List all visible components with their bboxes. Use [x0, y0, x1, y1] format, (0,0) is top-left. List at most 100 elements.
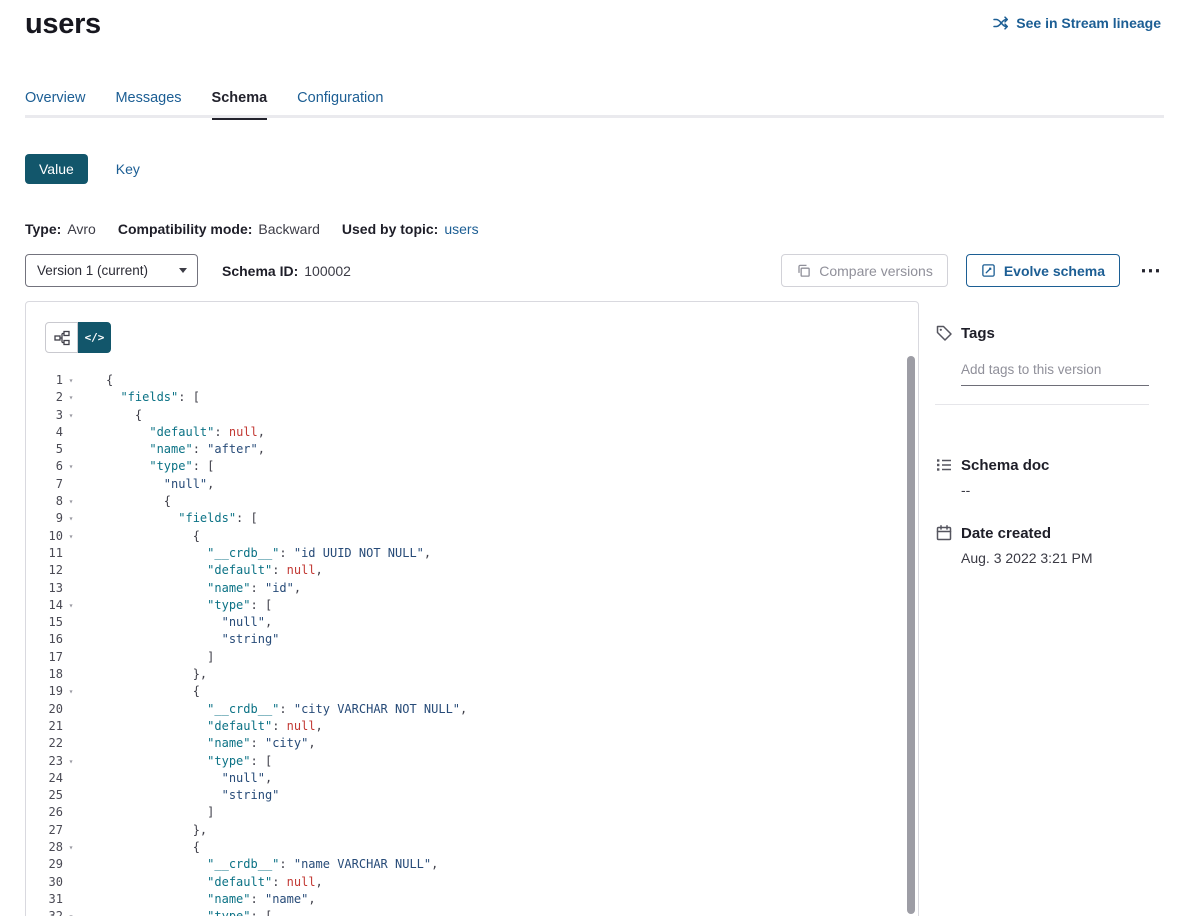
code-line: 21 "default": null, [26, 718, 904, 735]
code-line: 6▾ "type": [ [26, 458, 904, 475]
page-title: users [25, 8, 101, 41]
collapse-toggle-icon[interactable]: ▾ [63, 597, 79, 614]
code-text: "default": null, [79, 718, 323, 735]
editor-view-toggle: </> [45, 322, 111, 353]
schema-doc-value: -- [961, 482, 970, 498]
add-tags-input[interactable] [961, 358, 1149, 386]
schema-doc-title: Schema doc [961, 457, 1049, 474]
collapse-toggle-icon[interactable]: ▾ [63, 753, 79, 770]
collapse-spacer [63, 701, 79, 718]
collapse-spacer [63, 545, 79, 562]
collapse-spacer [63, 891, 79, 908]
more-options-button[interactable]: ⋯ [1138, 260, 1164, 281]
collapse-toggle-icon[interactable]: ▾ [63, 510, 79, 527]
collapse-spacer [63, 441, 79, 458]
code-line: 12 "default": null, [26, 562, 904, 579]
key-toggle-link[interactable]: Key [116, 161, 140, 177]
collapse-spacer [63, 770, 79, 787]
topic-link[interactable]: users [444, 221, 478, 237]
code-text: ] [79, 649, 214, 666]
tree-view-button[interactable] [45, 322, 78, 353]
line-number: 11 [26, 545, 63, 562]
code-line: 22 "name": "city", [26, 735, 904, 752]
tags-header: Tags [935, 324, 995, 342]
collapse-toggle-icon[interactable]: ▾ [63, 458, 79, 475]
collapse-toggle-icon[interactable]: ▾ [63, 389, 79, 406]
stream-lineage-link[interactable]: See in Stream lineage [993, 15, 1161, 31]
code-line: 1▾{ [26, 372, 904, 389]
version-select[interactable]: Version 1 (current) [25, 254, 198, 287]
code-line: 24 "null", [26, 770, 904, 787]
code-text: "fields": [ [79, 389, 200, 406]
code-line: 8▾ { [26, 493, 904, 510]
schema-editor-card: </> 1▾{2▾ "fields": [3▾ {4 "default": nu… [25, 301, 919, 916]
code-line: 11 "__crdb__": "id UUID NOT NULL", [26, 545, 904, 562]
line-number: 3 [26, 407, 63, 424]
code-text: { [79, 528, 200, 545]
line-number: 20 [26, 701, 63, 718]
line-number: 25 [26, 787, 63, 804]
collapse-spacer [63, 649, 79, 666]
compatibility-value: Backward [258, 221, 319, 237]
line-number: 31 [26, 891, 63, 908]
collapse-toggle-icon[interactable]: ▾ [63, 528, 79, 545]
line-number: 16 [26, 631, 63, 648]
collapse-toggle-icon[interactable]: ▾ [63, 908, 79, 916]
value-key-toggle: Value Key [25, 154, 140, 184]
compare-versions-button[interactable]: Compare versions [781, 254, 948, 287]
code-text: "string" [79, 787, 279, 804]
value-toggle-button[interactable]: Value [25, 154, 88, 184]
code-line: 20 "__crdb__": "city VARCHAR NOT NULL", [26, 701, 904, 718]
code-text: "null", [79, 476, 214, 493]
code-line: 4 "default": null, [26, 424, 904, 441]
schema-meta-row: Type: Avro Compatibility mode: Backward … [25, 221, 479, 237]
code-text: "name": "city", [79, 735, 316, 752]
code-line: 17 ] [26, 649, 904, 666]
line-number: 13 [26, 580, 63, 597]
evolve-schema-button[interactable]: Evolve schema [966, 254, 1120, 287]
line-number: 9 [26, 510, 63, 527]
collapse-toggle-icon[interactable]: ▾ [63, 407, 79, 424]
collapse-toggle-icon[interactable]: ▾ [63, 493, 79, 510]
collapse-toggle-icon[interactable]: ▾ [63, 683, 79, 700]
code-text: "__crdb__": "name VARCHAR NULL", [79, 856, 438, 873]
used-by-topic-label: Used by topic: [342, 221, 438, 237]
code-editor[interactable]: 1▾{2▾ "fields": [3▾ {4 "default": null,5… [26, 372, 904, 916]
collapse-toggle-icon[interactable]: ▾ [63, 372, 79, 389]
code-line: 7 "null", [26, 476, 904, 493]
tag-icon [935, 324, 953, 342]
code-text: "type": [ [79, 753, 272, 770]
line-number: 30 [26, 874, 63, 891]
collapse-spacer [63, 822, 79, 839]
tags-title: Tags [961, 325, 995, 342]
line-number: 24 [26, 770, 63, 787]
code-line: 19▾ { [26, 683, 904, 700]
scrollbar-thumb[interactable] [907, 356, 915, 914]
code-text: "__crdb__": "id UUID NOT NULL", [79, 545, 431, 562]
line-number: 15 [26, 614, 63, 631]
line-number: 2 [26, 389, 63, 406]
date-created-value: Aug. 3 2022 3:21 PM [961, 550, 1093, 566]
code-line: 29 "__crdb__": "name VARCHAR NULL", [26, 856, 904, 873]
code-text: ] [79, 804, 214, 821]
schema-doc-header: Schema doc [935, 456, 1049, 474]
collapse-spacer [63, 874, 79, 891]
collapse-spacer [63, 424, 79, 441]
line-number: 28 [26, 839, 63, 856]
line-number: 4 [26, 424, 63, 441]
line-number: 18 [26, 666, 63, 683]
collapse-spacer [63, 735, 79, 752]
code-text: "type": [ [79, 597, 272, 614]
calendar-icon [935, 524, 953, 542]
schema-id-label: Schema ID: [222, 263, 298, 279]
line-number: 12 [26, 562, 63, 579]
sidebar-divider [935, 404, 1149, 405]
collapse-toggle-icon[interactable]: ▾ [63, 839, 79, 856]
code-line: 32▾ "type": [ [26, 908, 904, 916]
code-line: 15 "null", [26, 614, 904, 631]
code-text: "string" [79, 631, 279, 648]
code-text: "name": "after", [79, 441, 265, 458]
code-view-button[interactable]: </> [78, 322, 111, 353]
tree-view-icon [54, 330, 70, 346]
collapse-spacer [63, 787, 79, 804]
